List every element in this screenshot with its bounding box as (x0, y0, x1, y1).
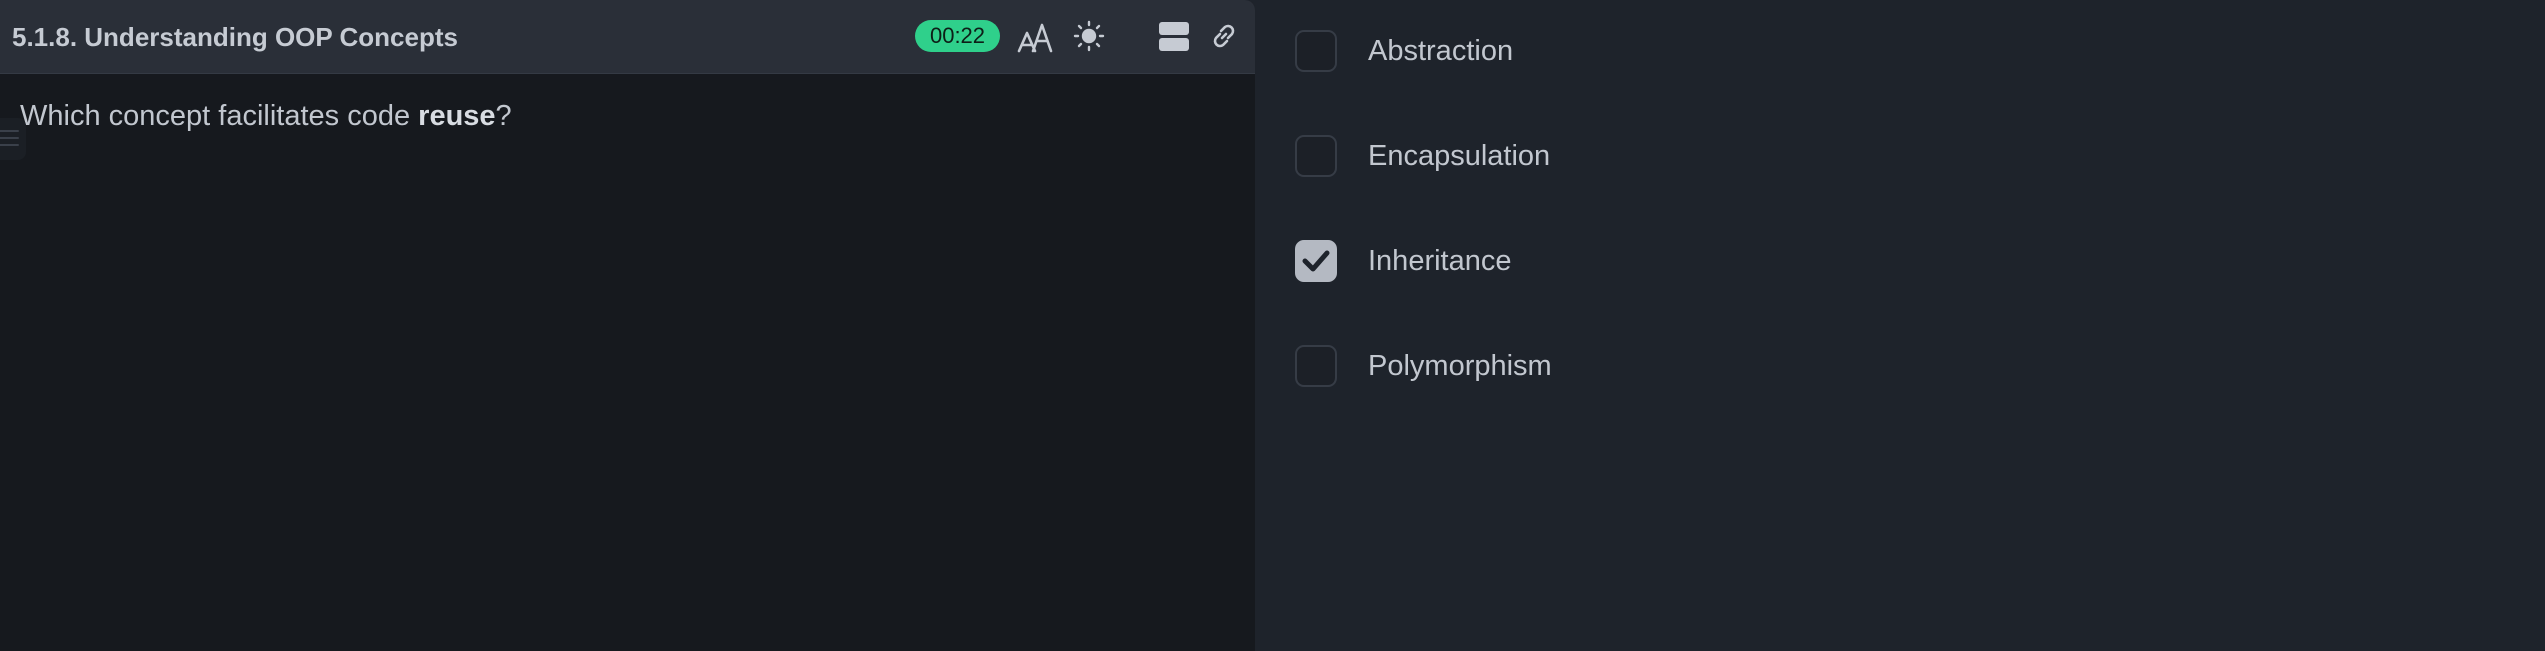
header-bar: 5.1.8. Understanding OOP Concepts 00:22 (0, 0, 1255, 74)
checkmark-icon (1302, 250, 1330, 272)
option-checkbox[interactable] (1295, 135, 1337, 177)
option-label: Encapsulation (1368, 139, 1551, 172)
question-suffix: ? (495, 100, 512, 132)
list-icon (0, 130, 19, 146)
option-label: Polymorphism (1368, 349, 1552, 382)
option-label: Inheritance (1368, 244, 1512, 277)
option-polymorphism[interactable]: Polymorphism (1295, 342, 1552, 390)
option-checkbox[interactable] (1295, 240, 1337, 282)
option-checkbox[interactable] (1295, 345, 1337, 387)
page-title: 5.1.8. Understanding OOP Concepts (12, 22, 458, 52)
question-prefix: Which concept facilitates code (20, 100, 419, 132)
layout-icon[interactable] (1158, 21, 1190, 52)
option-inheritance[interactable]: Inheritance (1295, 237, 1512, 285)
timer-badge: 00:22 (915, 20, 1000, 52)
option-abstraction[interactable]: Abstraction (1295, 27, 1513, 75)
option-checkbox[interactable] (1295, 30, 1337, 72)
option-encapsulation[interactable]: Encapsulation (1295, 132, 1550, 180)
option-label: Abstraction (1368, 34, 1514, 67)
answer-panel: Abstraction Encapsulation Inheritance Po… (1255, 0, 2545, 651)
question-emphasis: reuse (418, 100, 496, 132)
outline-toggle-button[interactable] (0, 118, 26, 160)
link-icon[interactable] (1209, 21, 1239, 51)
question-panel: 5.1.8. Understanding OOP Concepts 00:22 (0, 0, 1255, 651)
brightness-icon[interactable] (1073, 20, 1105, 52)
question-text: Which concept facilitates code reuse? (20, 100, 512, 133)
font-size-icon[interactable] (1017, 21, 1053, 53)
